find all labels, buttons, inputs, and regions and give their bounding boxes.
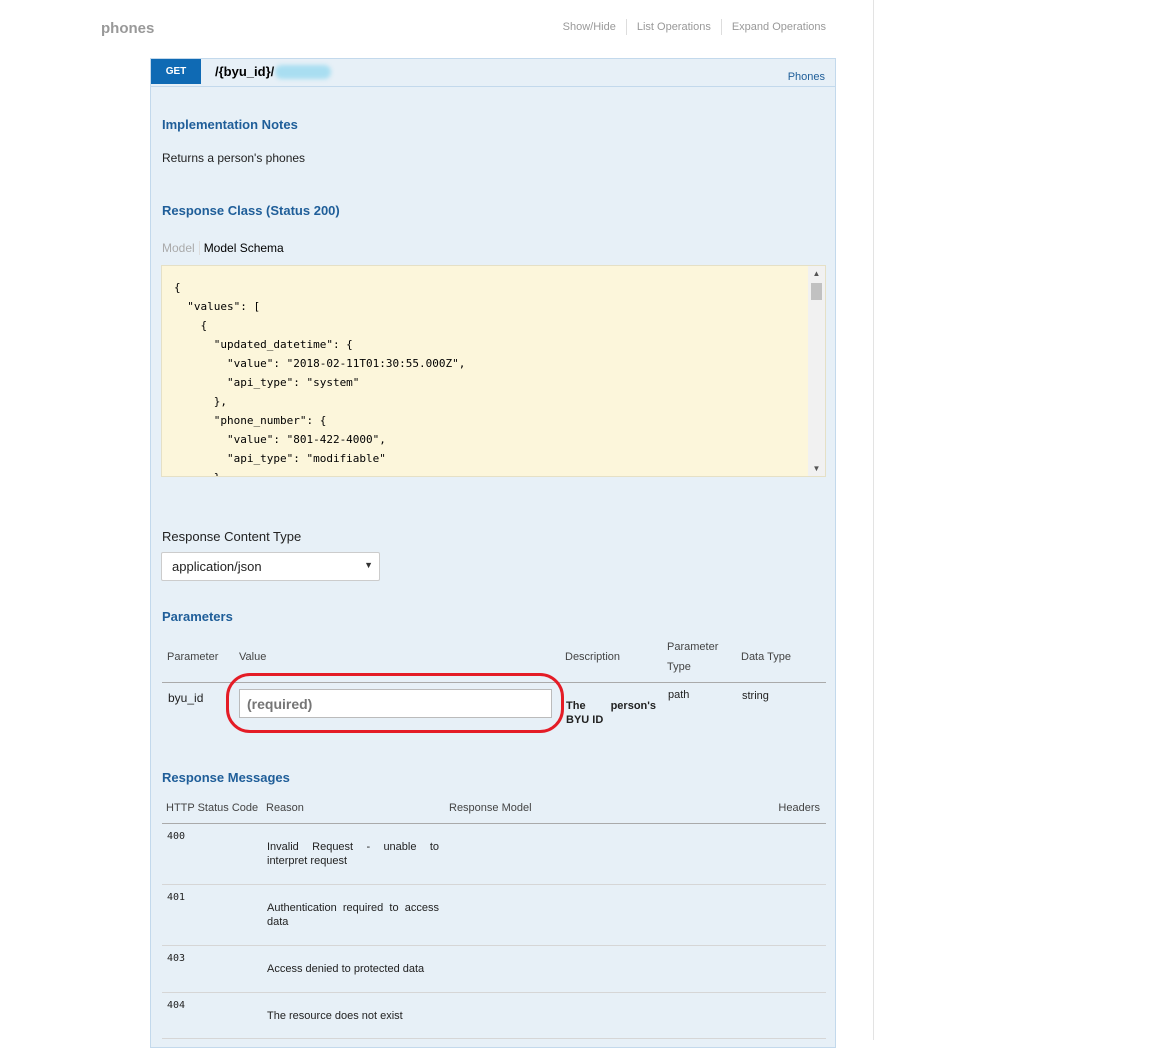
show-hide-link[interactable]: Show/Hide bbox=[553, 19, 627, 35]
param-header-value: Value bbox=[239, 651, 267, 663]
resp-header-response-model: Response Model bbox=[449, 802, 532, 814]
response-content-type-select[interactable]: application/json ▼ bbox=[161, 552, 380, 581]
scroll-down-icon[interactable]: ▼ bbox=[808, 464, 825, 473]
page-divider bbox=[873, 0, 874, 1040]
implementation-notes-heading: Implementation Notes bbox=[162, 117, 298, 132]
model-schema-box[interactable]: { "values": [ { "updated_datetime": { "v… bbox=[161, 265, 826, 477]
list-operations-link[interactable]: List Operations bbox=[627, 19, 722, 35]
param-header-description: Description bbox=[565, 651, 621, 663]
redacted-path-segment bbox=[275, 65, 331, 79]
responses-header-divider bbox=[162, 823, 826, 824]
param-name: byu_id bbox=[168, 691, 204, 705]
expand-operations-link[interactable]: Expand Operations bbox=[722, 19, 826, 35]
param-header-data-type: Data Type bbox=[741, 651, 791, 663]
response-reason: Invalid Request - unable to interpret re… bbox=[267, 841, 439, 867]
response-row-divider bbox=[162, 884, 826, 885]
model-tab[interactable]: Model bbox=[162, 241, 200, 255]
scrollbar-thumb[interactable] bbox=[811, 283, 822, 300]
response-row-divider bbox=[162, 992, 826, 993]
resp-header-reason: Reason bbox=[266, 802, 304, 814]
parameters-heading: Parameters bbox=[162, 609, 233, 624]
chevron-down-icon: ▼ bbox=[364, 560, 373, 570]
operation-tag-link[interactable]: Phones bbox=[788, 71, 825, 83]
response-row-divider bbox=[162, 1038, 826, 1039]
param-header-parameter-type: Parameter Type bbox=[667, 641, 719, 673]
annotation-highlight-ring bbox=[226, 673, 564, 733]
schema-scrollbar[interactable]: ▲ ▼ bbox=[808, 266, 825, 476]
param-header-parameter: Parameter bbox=[167, 651, 219, 663]
response-content-type-label: Response Content Type bbox=[162, 529, 302, 544]
model-tabs: Model Model Schema bbox=[162, 241, 284, 255]
response-reason: Authentication required to access data bbox=[267, 902, 439, 928]
resp-header-status-code: HTTP Status Code bbox=[166, 802, 259, 814]
response-reason: Access denied to protected data bbox=[267, 963, 425, 975]
scroll-up-icon[interactable]: ▲ bbox=[808, 269, 825, 278]
response-code: 403 bbox=[167, 953, 186, 964]
response-class-heading: Response Class (Status 200) bbox=[162, 203, 340, 218]
implementation-notes-text: Returns a person's phones bbox=[162, 151, 306, 165]
response-reason: The resource does not exist bbox=[267, 1010, 403, 1022]
response-row-divider bbox=[162, 945, 826, 946]
content-type-value: application/json bbox=[172, 559, 262, 574]
resource-actions: Show/Hide List Operations Expand Operati… bbox=[553, 19, 826, 35]
operation-path[interactable]: /{byu_id}/ bbox=[215, 64, 274, 79]
response-code: 401 bbox=[167, 892, 186, 903]
operation-panel: GET /{byu_id}/ Phones Implementation Not… bbox=[150, 58, 836, 1048]
param-description: The person's BYU ID bbox=[566, 700, 656, 726]
response-messages-heading: Response Messages bbox=[162, 770, 290, 785]
param-type: path bbox=[668, 689, 690, 701]
resp-header-headers: Headers bbox=[778, 802, 820, 814]
resource-title[interactable]: phones bbox=[101, 20, 154, 37]
http-method-badge[interactable]: GET bbox=[151, 59, 201, 84]
param-data-type: string bbox=[742, 690, 769, 702]
model-schema-tab[interactable]: Model Schema bbox=[200, 241, 284, 255]
response-code: 400 bbox=[167, 831, 186, 842]
operation-header[interactable]: GET /{byu_id}/ Phones bbox=[151, 59, 835, 87]
response-code: 404 bbox=[167, 1000, 186, 1011]
model-schema-code: { "values": [ { "updated_datetime": { "v… bbox=[174, 281, 466, 476]
